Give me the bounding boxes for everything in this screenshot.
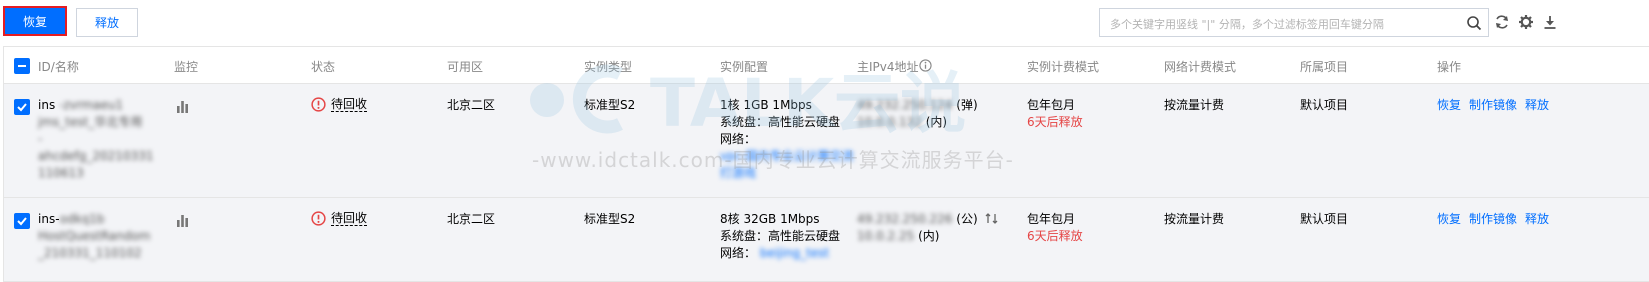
release-button[interactable]: 释放 xyxy=(76,8,138,37)
row-checkbox[interactable] xyxy=(14,213,30,229)
search-input[interactable]: 多个关键字用竖线 "|" 分隔，多个过滤标签用回车键分隔 xyxy=(1099,8,1489,37)
instance-id-prefix: ins xyxy=(38,98,56,112)
ip-private-tag: (内) xyxy=(925,115,948,129)
row-actions: 恢复 制作镜像 释放 xyxy=(1437,211,1549,228)
config-disk: 系统盘：高性能云硬盘 xyxy=(720,115,841,129)
restore-button[interactable]: 恢复 xyxy=(3,6,67,36)
status-text: 待回收 xyxy=(331,211,368,226)
project: 默认项目 xyxy=(1300,212,1349,226)
net-billing-mode: 按流量计费 xyxy=(1164,98,1225,112)
restore-link[interactable]: 恢复 xyxy=(1437,211,1461,228)
ip-private[interactable]: 10.0.2.25 xyxy=(857,229,914,243)
billing-mode-text: 包年包月 xyxy=(1027,212,1076,226)
release-link[interactable]: 释放 xyxy=(1525,97,1549,114)
network-link[interactable]: vpc-国内专业云计算交流 xyxy=(720,149,854,163)
instance-id[interactable]: ins -zvrmaeu1 jms_test_华北专用 - ahcdefg_20… xyxy=(38,97,153,182)
select-all-checkbox[interactable] xyxy=(14,58,30,74)
download-icon[interactable] xyxy=(1542,14,1558,30)
ip-private-tag: (内) xyxy=(918,229,940,243)
config-network-label: 网络： xyxy=(720,246,757,260)
refresh-icon[interactable] xyxy=(1494,14,1510,30)
billing-mode: 包年包月 6天后释放 xyxy=(1027,97,1083,131)
status-text: 待回收 xyxy=(331,97,368,112)
instance-name-masked: _210331_110102 xyxy=(38,246,142,260)
table-row[interactable]: ins-odkq1b HostQuestRandom _210331_11010… xyxy=(4,198,1649,282)
col-actions: 操作 xyxy=(1437,60,1462,74)
search-icon[interactable] xyxy=(1466,15,1482,31)
col-status: 状态 xyxy=(311,60,336,74)
instance-id-prefix: ins- xyxy=(38,212,60,226)
status-badge: 待回收 xyxy=(311,97,368,112)
release-countdown: 6天后释放 xyxy=(1027,115,1083,129)
ip-public[interactable]: 49.232.250.226 xyxy=(857,212,952,226)
table-header: ID/名称 监控 状态 可用区 实例类型 实例配置 主IPv4地址 实例计费模式… xyxy=(4,46,1649,84)
switch-icon[interactable] xyxy=(985,212,998,225)
info-icon[interactable] xyxy=(919,59,932,72)
release-link[interactable]: 释放 xyxy=(1525,211,1549,228)
col-zone: 可用区 xyxy=(447,60,484,74)
instance-name-masked: jms_test_华北专用 xyxy=(38,115,143,129)
col-instance-config: 实例配置 xyxy=(720,60,769,74)
ipv4-address: 49.232.250.226 (公) 10.0.2.25 (内) xyxy=(857,211,998,245)
col-ipv4: 主IPv4地址 xyxy=(857,60,919,74)
col-id-name: ID/名称 xyxy=(38,60,79,74)
network-link[interactable]: 打游戏 xyxy=(720,166,756,180)
row-checkbox[interactable] xyxy=(14,99,30,115)
billing-mode: 包年包月 6天后释放 xyxy=(1027,211,1083,245)
col-project: 所属项目 xyxy=(1300,60,1349,74)
ip-public-tag: (弹) xyxy=(956,98,978,112)
checkbox-checked-icon xyxy=(17,217,27,226)
row-actions: 恢复 制作镜像 释放 xyxy=(1437,97,1549,114)
instance-config: 1核 1GB 1Mbps 系统盘：高性能云硬盘 网络： vpc-国内专业云计算交… xyxy=(720,97,854,182)
net-billing-mode: 按流量计费 xyxy=(1164,212,1225,226)
config-network-label: 网络： xyxy=(720,132,757,146)
checkbox-checked-icon xyxy=(17,103,27,112)
ip-public[interactable]: 49.232.250.124 xyxy=(857,98,952,112)
instance-id-masked: odkq1b xyxy=(59,212,105,226)
col-billing-mode: 实例计费模式 xyxy=(1027,60,1100,74)
toolbar: 恢复 释放 多个关键字用竖线 "|" 分隔，多个过滤标签用回车键分隔 xyxy=(0,0,1649,46)
release-countdown: 6天后释放 xyxy=(1027,229,1083,243)
create-image-link[interactable]: 制作镜像 xyxy=(1469,211,1517,228)
status-badge: 待回收 xyxy=(311,211,368,226)
col-instance-type: 实例类型 xyxy=(584,60,633,74)
instance-name-masked: HostQuestRandom xyxy=(38,229,151,243)
ipv4-address: 49.232.250.124 (弹) 10.0.0.132 (内) xyxy=(857,97,978,131)
project: 默认项目 xyxy=(1300,98,1349,112)
network-link[interactable]: beijing_test xyxy=(760,246,829,260)
instance-config: 8核 32GB 1Mbps 系统盘：高性能云硬盘 网络： beijing_tes… xyxy=(720,211,840,262)
instance-name-masked: ahcdefg_20210331 xyxy=(38,149,154,163)
instance-table: ID/名称 监控 状态 可用区 实例类型 实例配置 主IPv4地址 实例计费模式… xyxy=(3,46,1649,282)
warning-circle-icon xyxy=(311,97,326,112)
config-spec: 1核 1GB 1Mbps xyxy=(720,98,812,112)
ip-private[interactable]: 10.0.0.132 xyxy=(857,115,922,129)
create-image-link[interactable]: 制作镜像 xyxy=(1469,97,1517,114)
zone: 北京二区 xyxy=(447,98,496,112)
config-disk: 系统盘：高性能云硬盘 xyxy=(720,229,841,243)
instance-name-masked: - xyxy=(38,132,43,146)
settings-icon[interactable] xyxy=(1518,14,1534,30)
col-monitor: 监控 xyxy=(174,60,199,74)
restore-link[interactable]: 恢复 xyxy=(1437,97,1461,114)
instance-type: 标准型S2 xyxy=(584,212,636,226)
instance-type: 标准型S2 xyxy=(584,98,636,112)
search-placeholder: 多个关键字用竖线 "|" 分隔，多个过滤标签用回车键分隔 xyxy=(1110,18,1384,31)
bar-chart-icon[interactable] xyxy=(176,100,189,113)
ip-public-tag: (公) xyxy=(956,212,978,226)
instance-id-masked: -zvrmaeu1 xyxy=(59,98,124,112)
instance-name-masked: 110613 xyxy=(38,166,84,180)
col-net-billing-mode: 网络计费模式 xyxy=(1164,60,1237,74)
warning-circle-icon xyxy=(311,211,326,226)
table-row[interactable]: ins -zvrmaeu1 jms_test_华北专用 - ahcdefg_20… xyxy=(4,84,1649,198)
billing-mode-text: 包年包月 xyxy=(1027,98,1076,112)
zone: 北京二区 xyxy=(447,212,496,226)
checkbox-indeterminate-icon xyxy=(18,65,26,67)
instance-id[interactable]: ins-odkq1b HostQuestRandom _210331_11010… xyxy=(38,211,150,262)
config-spec: 8核 32GB 1Mbps xyxy=(720,212,820,226)
bar-chart-icon[interactable] xyxy=(176,214,189,227)
